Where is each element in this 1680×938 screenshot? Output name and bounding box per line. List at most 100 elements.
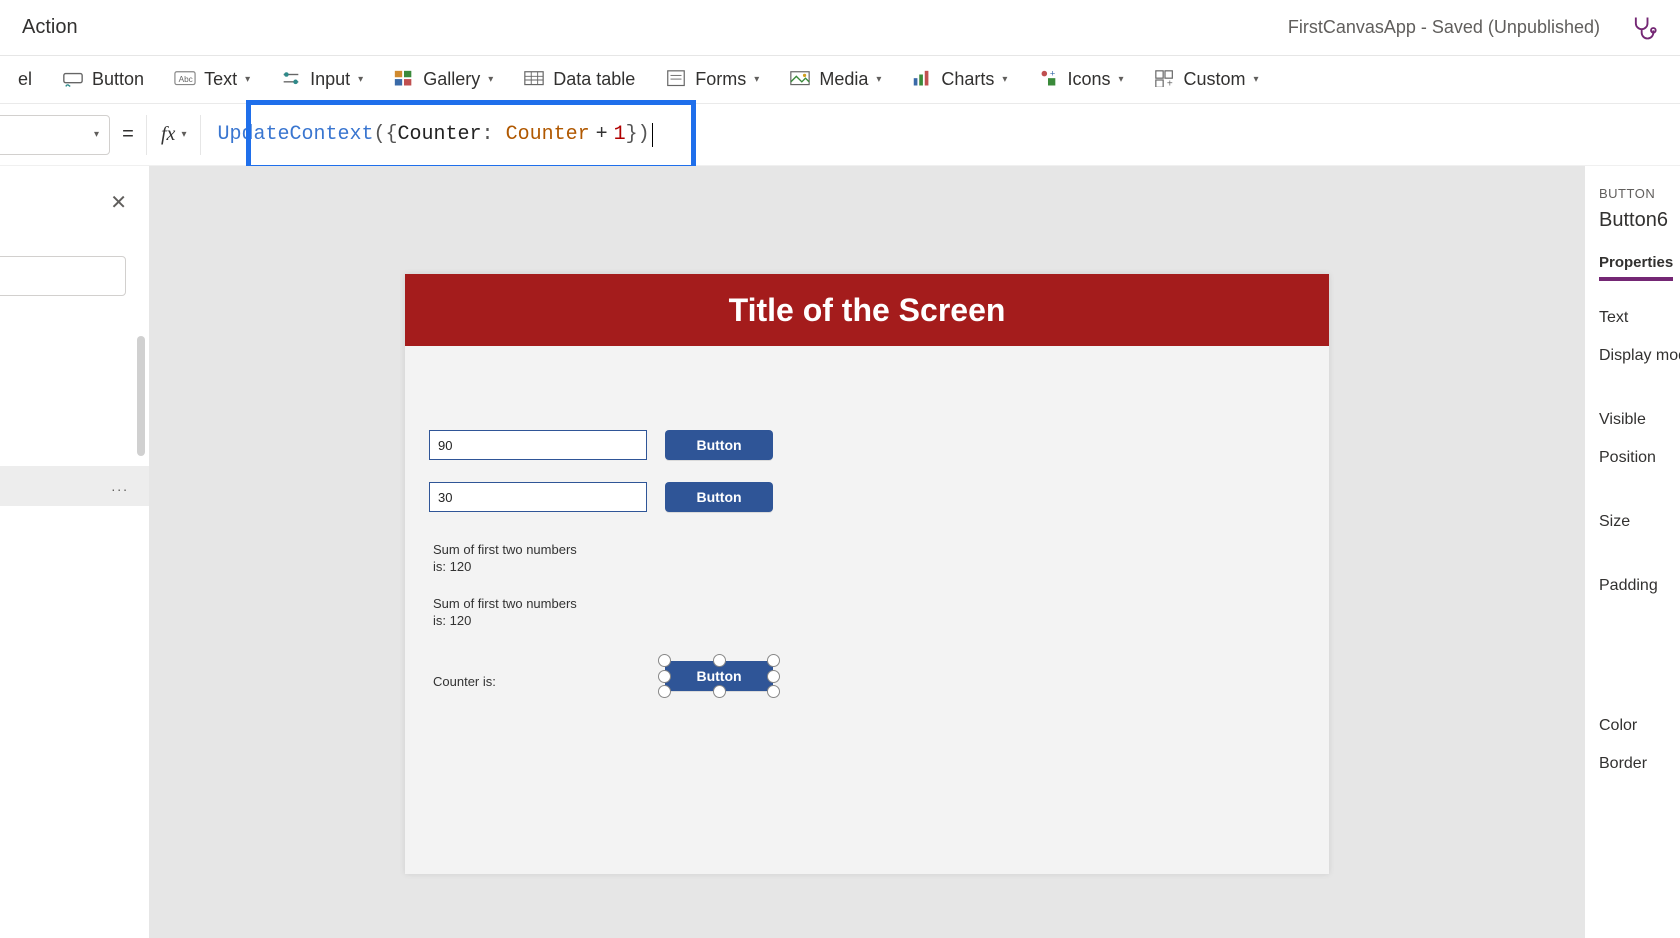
canvas-area[interactable]: Title of the Screen 90 Button 30 Button … — [150, 166, 1584, 938]
app-title: FirstCanvasApp - Saved (Unpublished) — [1288, 17, 1600, 38]
text-icon: Abc — [174, 69, 196, 91]
chevron-down-icon: ▾ — [94, 129, 99, 140]
formula-brace-close: } — [626, 123, 638, 146]
equals-sign: = — [110, 123, 146, 146]
textinput-2[interactable]: 30 — [429, 482, 647, 512]
ribbon-label: Button — [92, 69, 144, 90]
resize-handle-sw[interactable] — [658, 685, 671, 698]
text-cursor — [652, 123, 654, 147]
chevron-down-icon: ▾ — [1002, 74, 1007, 85]
left-panel: ✕ ... — [0, 166, 150, 938]
canvas-screen[interactable]: Title of the Screen 90 Button 30 Button … — [405, 274, 1329, 874]
ribbon-media[interactable]: Media ▾ — [789, 69, 881, 91]
formula-bar: ▾ = fx ▾ UpdateContext({Counter: Counter… — [0, 104, 1680, 166]
charts-icon — [911, 69, 933, 91]
resize-handle-n[interactable] — [713, 654, 726, 667]
formula-paren-close: ) — [638, 123, 650, 146]
prop-border[interactable]: Border — [1599, 755, 1680, 773]
label-counter: Counter is: — [433, 674, 583, 691]
ribbon: el Button Abc Text ▾ Input ▾ Gallery ▾ D… — [0, 56, 1680, 104]
tree-item-selected[interactable]: ... — [0, 466, 149, 506]
ribbon-icons[interactable]: + Icons ▾ — [1037, 69, 1123, 91]
scrollbar[interactable] — [137, 336, 145, 456]
ribbon-label: Forms — [695, 69, 746, 90]
ribbon-label: Icons — [1067, 69, 1110, 90]
svg-text:+: + — [1050, 69, 1055, 78]
workspace: ✕ ... Title of the Screen 90 Button 30 — [0, 166, 1680, 938]
ribbon-partial[interactable]: el — [18, 69, 32, 90]
ribbon-custom[interactable]: + Custom ▾ — [1154, 69, 1259, 91]
tab-action[interactable]: Action — [22, 16, 78, 39]
close-icon[interactable]: ✕ — [110, 190, 127, 215]
svg-text:Abc: Abc — [179, 74, 193, 83]
resize-handle-w[interactable] — [658, 670, 671, 683]
prop-position[interactable]: Position — [1599, 449, 1680, 467]
properties-tab[interactable]: Properties — [1599, 254, 1673, 281]
ribbon-gallery[interactable]: Gallery ▾ — [393, 69, 493, 91]
button-icon — [62, 69, 84, 91]
formula-function: UpdateContext — [217, 123, 373, 146]
textinput-value: 90 — [438, 438, 452, 453]
ribbon-text[interactable]: Abc Text ▾ — [174, 69, 250, 91]
formula-input[interactable]: UpdateContext({Counter: Counter+1}) — [201, 115, 1680, 155]
media-icon — [789, 69, 811, 91]
formula-number: 1 — [614, 123, 626, 146]
resize-handle-nw[interactable] — [658, 654, 671, 667]
formula-field: Counter — [398, 123, 482, 146]
ribbon-label: Input — [310, 69, 350, 90]
prop-size[interactable]: Size — [1599, 513, 1680, 531]
prop-visible[interactable]: Visible — [1599, 411, 1680, 429]
datatable-icon — [523, 69, 545, 91]
more-icon[interactable]: ... — [111, 478, 129, 494]
button-2[interactable]: Button — [665, 482, 773, 512]
formula-colon: : — [482, 123, 494, 146]
ribbon-label: Data table — [553, 69, 635, 90]
ribbon-label: Media — [819, 69, 868, 90]
button-1[interactable]: Button — [665, 430, 773, 460]
ribbon-charts[interactable]: Charts ▾ — [911, 69, 1007, 91]
label-sum-1: Sum of first two numbers is: 120 — [433, 542, 583, 576]
resize-handle-e[interactable] — [767, 670, 780, 683]
control-type: BUTTON — [1599, 186, 1680, 201]
resize-handle-ne[interactable] — [767, 654, 780, 667]
chevron-down-icon: ▾ — [488, 74, 493, 85]
ribbon-label: Text — [204, 69, 237, 90]
chevron-down-icon: ▾ — [358, 74, 363, 85]
chevron-down-icon: ▾ — [1118, 74, 1123, 85]
button-label: Button — [696, 668, 741, 684]
ribbon-label: Gallery — [423, 69, 480, 90]
icons-icon: + — [1037, 69, 1059, 91]
screen-title-text: Title of the Screen — [729, 292, 1006, 329]
property-selector[interactable]: ▾ — [0, 115, 110, 155]
selected-button-wrap[interactable]: Button — [665, 661, 773, 691]
gallery-icon — [393, 69, 415, 91]
chevron-down-icon: ▾ — [876, 74, 881, 85]
resize-handle-se[interactable] — [767, 685, 780, 698]
prop-padding[interactable]: Padding — [1599, 577, 1680, 595]
chevron-down-icon: ▾ — [245, 74, 250, 85]
prop-text[interactable]: Text — [1599, 309, 1680, 327]
ribbon-datatable[interactable]: Data table — [523, 69, 635, 91]
search-input[interactable] — [0, 256, 126, 296]
prop-displaymode[interactable]: Display mode — [1599, 347, 1680, 365]
chevron-down-icon: ▾ — [1254, 74, 1259, 85]
svg-text:+: + — [1166, 78, 1172, 87]
prop-color[interactable]: Color — [1599, 717, 1680, 735]
textinput-1[interactable]: 90 — [429, 430, 647, 460]
custom-icon: + — [1154, 69, 1176, 91]
forms-icon — [665, 69, 687, 91]
ribbon-forms[interactable]: Forms ▾ — [665, 69, 759, 91]
chevron-down-icon: ▾ — [181, 129, 186, 140]
button-label: Button — [696, 489, 741, 505]
ribbon-button[interactable]: Button — [62, 69, 144, 91]
formula-op: + — [590, 123, 614, 146]
button-label: Button — [696, 437, 741, 453]
fx-button[interactable]: fx ▾ — [146, 115, 201, 155]
input-icon — [280, 69, 302, 91]
resize-handle-s[interactable] — [713, 685, 726, 698]
screen-title: Title of the Screen — [405, 274, 1329, 346]
app-checker-icon[interactable] — [1630, 14, 1658, 42]
textinput-value: 30 — [438, 490, 452, 505]
fx-icon: fx — [161, 123, 175, 146]
ribbon-input[interactable]: Input ▾ — [280, 69, 363, 91]
